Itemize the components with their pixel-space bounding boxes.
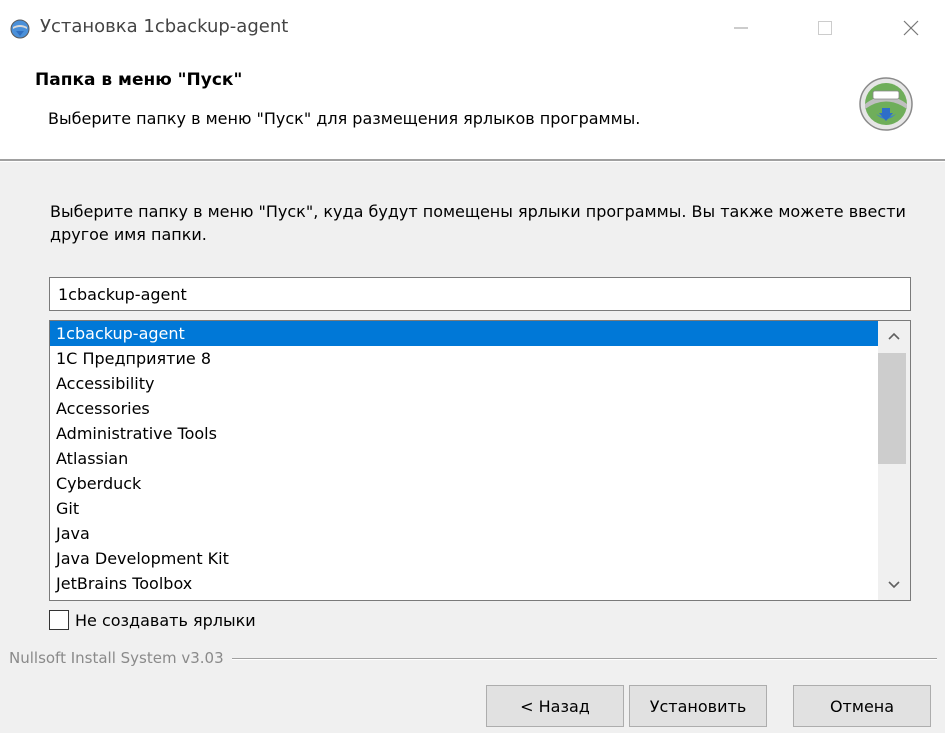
folder-list-item[interactable]: 1С Предприятие 8 — [50, 346, 878, 371]
branding-line: Nullsoft Install System v3.03 — [9, 648, 937, 668]
folder-list-item[interactable]: Java Development Kit — [50, 546, 878, 571]
install-button[interactable]: Установить — [629, 685, 767, 727]
close-icon — [903, 20, 919, 36]
no-shortcuts-option[interactable]: Не создавать ярлыки — [49, 608, 256, 632]
chevron-down-icon — [888, 581, 900, 589]
folder-list-item[interactable]: JetBrains Toolbox — [50, 571, 878, 596]
installer-globe-icon — [10, 19, 30, 39]
header-separator — [0, 159, 945, 162]
folder-list-item[interactable]: Cyberduck — [50, 471, 878, 496]
start-menu-folder-list[interactable]: 1cbackup-agent 1С Предприятие 8 Accessibil… — [49, 320, 911, 601]
folder-list-item[interactable]: Accessories — [50, 396, 878, 421]
folder-list-items: 1cbackup-agent 1С Предприятие 8 Accessibil… — [50, 321, 878, 596]
folder-list-item[interactable]: 1cbackup-agent — [50, 321, 878, 346]
maximize-button[interactable] — [800, 0, 850, 56]
no-shortcuts-checkbox[interactable] — [49, 610, 69, 630]
chevron-up-icon — [888, 332, 900, 340]
maximize-icon — [818, 21, 832, 35]
vertical-scrollbar[interactable] — [878, 321, 910, 600]
branding-text: Nullsoft Install System v3.03 — [9, 648, 232, 668]
back-button[interactable]: < Назад — [486, 685, 624, 727]
folder-name-input[interactable] — [49, 277, 911, 311]
folder-list-item[interactable]: Git — [50, 496, 878, 521]
cancel-button[interactable]: Отмена — [793, 685, 931, 727]
folder-list-item[interactable]: Administrative Tools — [50, 421, 878, 446]
folder-list-item[interactable]: Atlassian — [50, 446, 878, 471]
folder-list-item[interactable]: Java — [50, 521, 878, 546]
scroll-down-button[interactable] — [878, 570, 910, 600]
scroll-up-button[interactable] — [878, 321, 910, 351]
page-title: Папка в меню "Пуск" — [35, 70, 243, 90]
installer-window: Установка 1cbackup-agent Папка в меню "П… — [0, 0, 945, 733]
window-title: Установка 1cbackup-agent — [40, 16, 289, 37]
title-bar[interactable]: Установка 1cbackup-agent — [0, 0, 945, 56]
scroll-thumb[interactable] — [878, 353, 906, 464]
instructions-text: Выберите папку в меню "Пуск", куда будут… — [50, 202, 906, 244]
no-shortcuts-label: Не создавать ярлыки — [75, 610, 256, 630]
page-subtitle: Выберите папку в меню "Пуск" для размеще… — [48, 109, 641, 128]
folder-list-item[interactable]: Accessibility — [50, 371, 878, 396]
minimize-button[interactable] — [716, 0, 766, 56]
nsis-install-icon — [859, 77, 913, 131]
close-button[interactable] — [886, 0, 936, 56]
minimize-icon — [734, 27, 748, 29]
page-header: Папка в меню "Пуск" Выберите папку в мен… — [0, 56, 945, 159]
